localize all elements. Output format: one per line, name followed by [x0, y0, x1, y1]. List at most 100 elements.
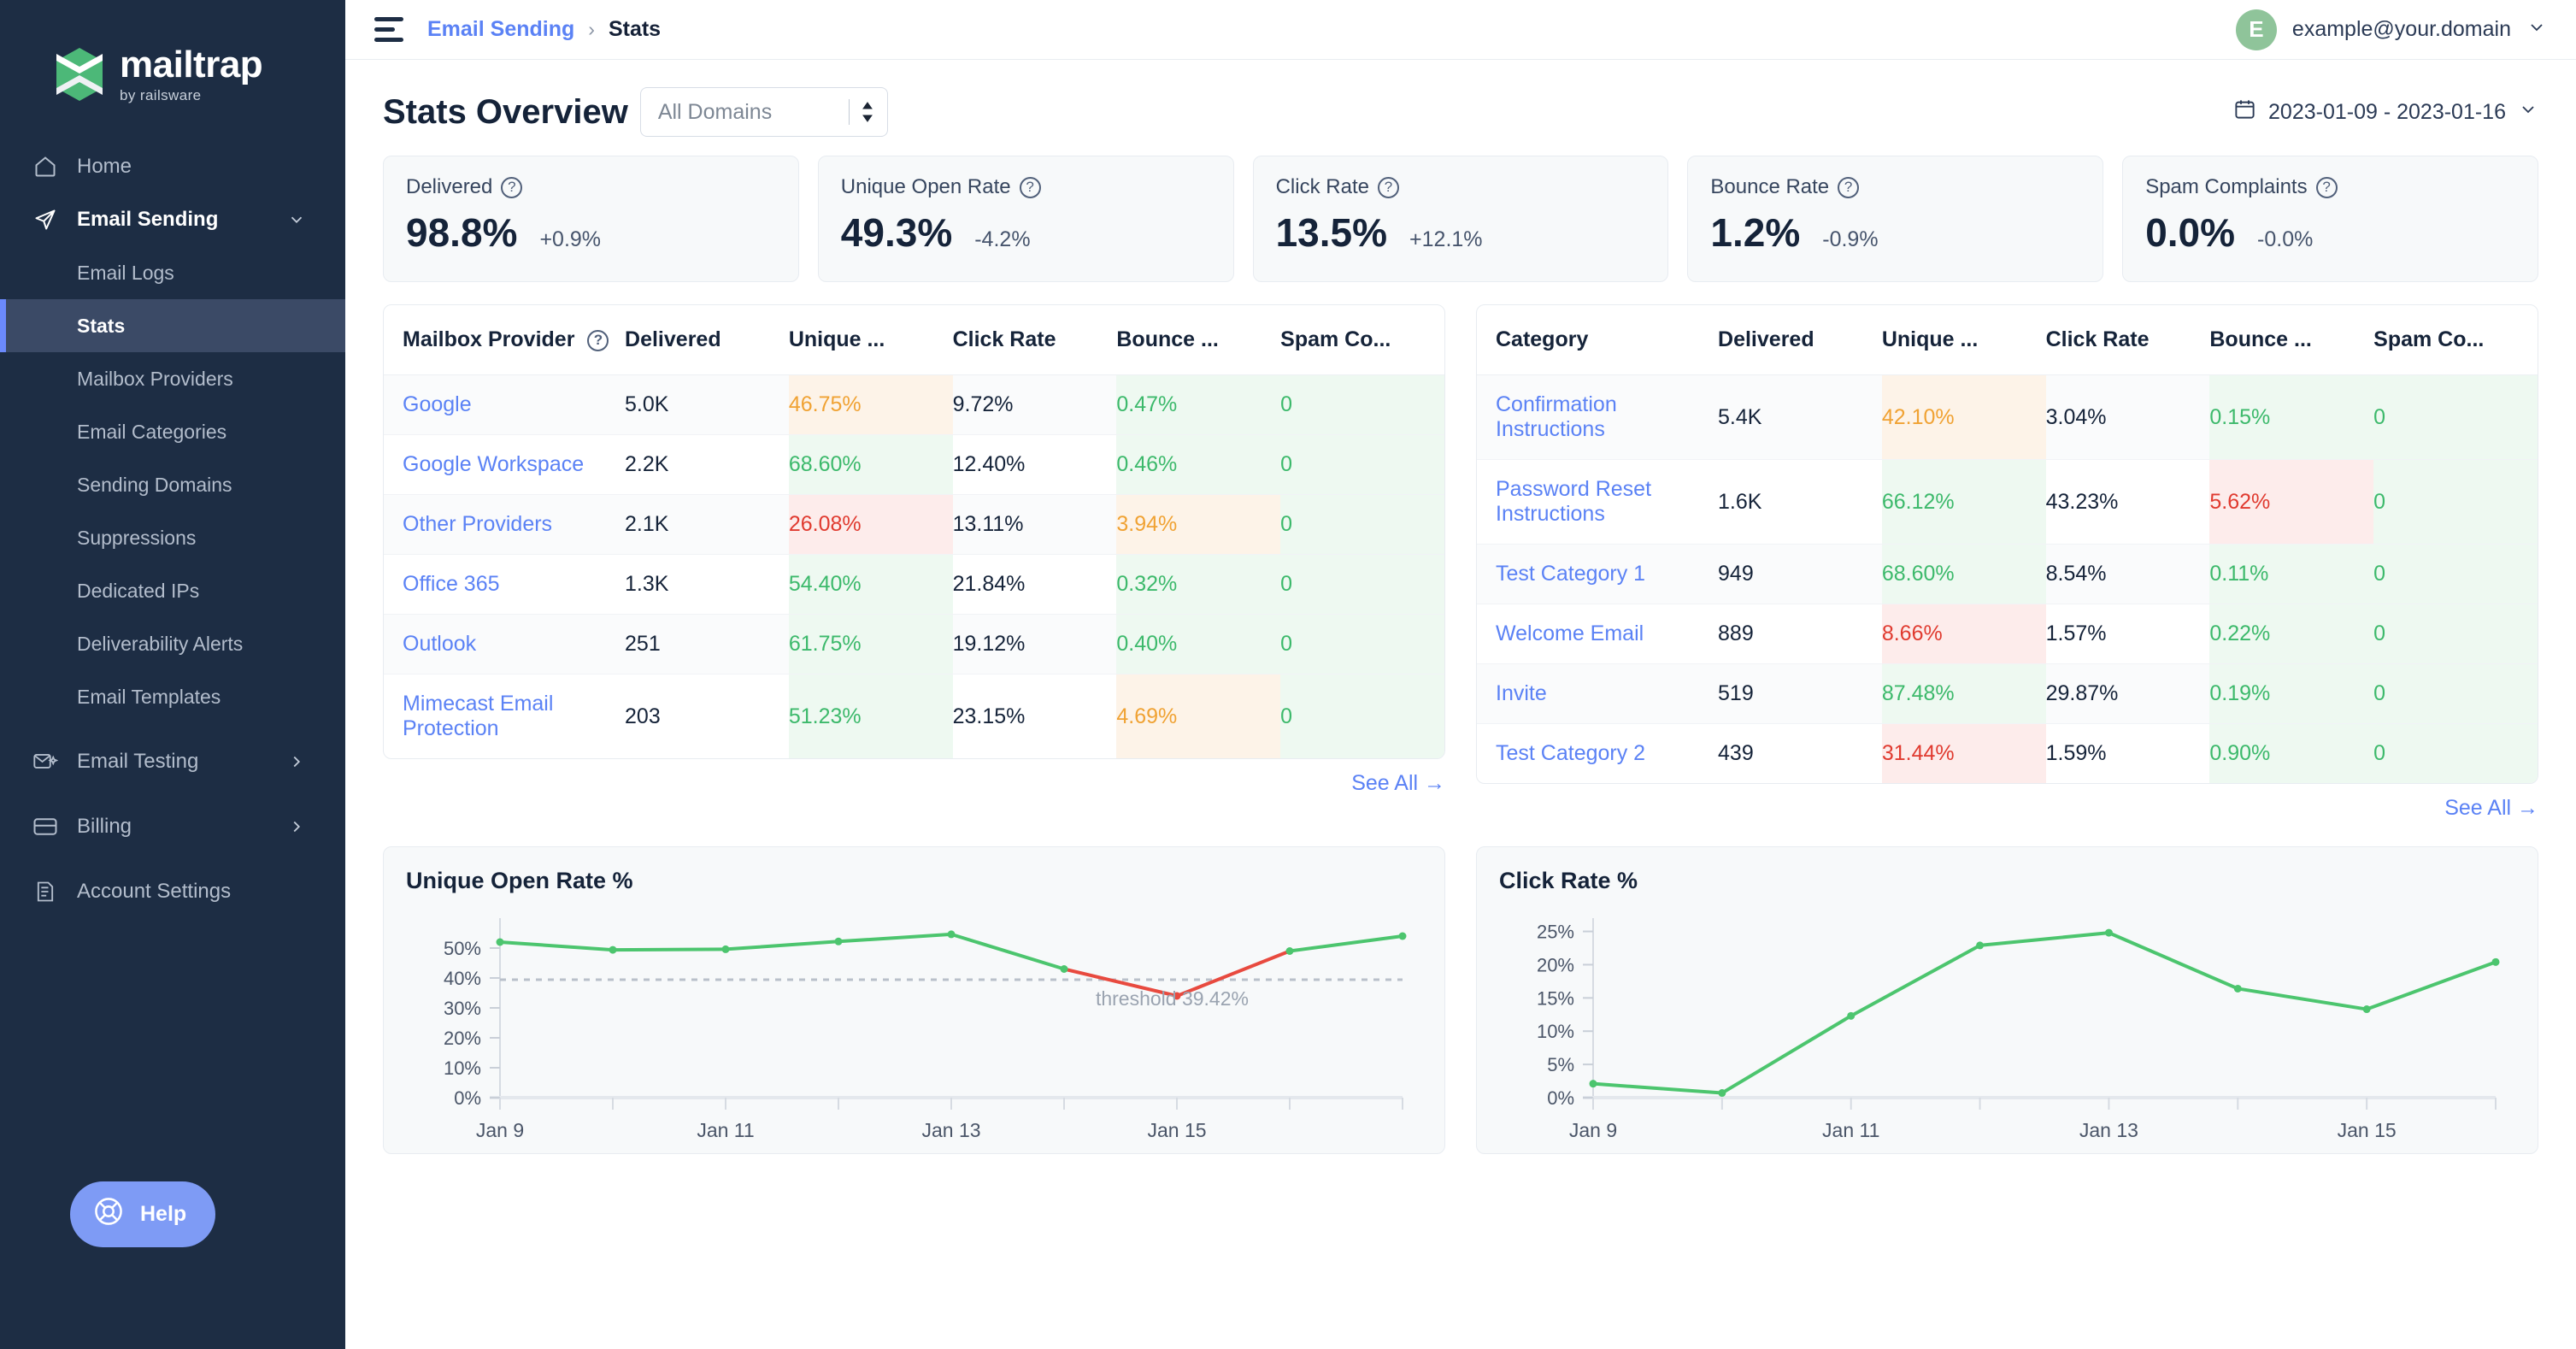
chevron-down-icon[interactable]	[287, 210, 306, 229]
table-row[interactable]: Google 5.0K 46.75% 9.72% 0.47% 0	[384, 374, 1444, 435]
cell-delivered: 949	[1718, 544, 1882, 604]
help-button[interactable]: Help	[70, 1181, 216, 1247]
sidebar-item-email-categories[interactable]: Email Categories	[0, 405, 345, 458]
table-row[interactable]: Password Reset Instructions 1.6K 66.12% …	[1477, 459, 2538, 545]
category-link[interactable]: Welcome Email	[1496, 621, 1644, 645]
chevron-right-icon[interactable]	[287, 817, 306, 836]
column-header-spam[interactable]: Spam Co...	[2373, 305, 2538, 375]
provider-link[interactable]: Mimecast Email Protection	[403, 692, 553, 740]
cell-bounce: 0.22%	[2209, 604, 2374, 664]
sidebar-item-stats[interactable]: Stats	[0, 299, 345, 352]
provider-link[interactable]: Google Workspace	[403, 452, 584, 476]
table-row[interactable]: Office 365 1.3K 54.40% 21.84% 0.32% 0	[384, 554, 1444, 615]
column-header-bounce[interactable]: Bounce ...	[2209, 305, 2374, 375]
table-row[interactable]: Outlook 251 61.75% 19.12% 0.40% 0	[384, 614, 1444, 674]
table-row[interactable]: Welcome Email 889 8.66% 1.57% 0.22% 0	[1477, 604, 2538, 664]
help-circle-icon[interactable]: ?	[587, 329, 609, 351]
column-header-delivered[interactable]: Delivered	[1718, 305, 1882, 375]
svg-text:20%: 20%	[444, 1028, 481, 1049]
table-row[interactable]: Confirmation Instructions 5.4K 42.10% 3.…	[1477, 374, 2538, 460]
column-header-category[interactable]: Category	[1477, 305, 1719, 375]
unique-open-rate-line-chart[interactable]: 0% 10% 20% 30% 40% 50% Jan 9 Jan 11 Jan 13 Jan 15…	[406, 899, 1414, 1147]
help-button-label: Help	[140, 1202, 187, 1226]
main-area: Email Sending › Stats E example@your.dom…	[345, 0, 2576, 1349]
table-row[interactable]: Other Providers 2.1K 26.08% 13.11% 3.94%…	[384, 494, 1444, 555]
breadcrumb-current: Stats	[608, 17, 662, 41]
category-link[interactable]: Invite	[1496, 681, 1547, 705]
svg-text:Jan 11: Jan 11	[1822, 1119, 1879, 1141]
table-row[interactable]: Test Category 2 439 31.44% 1.59% 0.90% 0	[1477, 723, 2538, 783]
sidebar-item-email-testing[interactable]: Email Testing	[0, 735, 345, 788]
help-circle-icon[interactable]: ?	[2315, 176, 2338, 198]
kpi-card-delivered: Delivered ? 98.8% +0.9%	[383, 156, 799, 282]
help-circle-icon[interactable]: ?	[1377, 176, 1399, 198]
svg-text:0%: 0%	[1547, 1087, 1574, 1109]
column-header-click-rate[interactable]: Click Rate	[2045, 305, 2210, 375]
kpi-label: Spam Complaints ?	[2145, 175, 2515, 199]
provider-link[interactable]: Office 365	[403, 572, 500, 596]
breadcrumb-parent-link[interactable]: Email Sending	[427, 17, 574, 42]
kpi-values: 49.3% -4.2%	[841, 209, 1211, 256]
see-all-link[interactable]: See All →	[2444, 796, 2538, 821]
cell-category: Confirmation Instructions	[1477, 374, 1719, 460]
sidebar-item-dedicated-ips[interactable]: Dedicated IPs	[0, 564, 345, 617]
kpi-value: 49.3%	[840, 210, 953, 255]
cell-unique-open: 42.10%	[1881, 374, 2046, 460]
see-all-link[interactable]: See All →	[1351, 771, 1445, 796]
table-row[interactable]: Invite 519 87.48% 29.87% 0.19% 0	[1477, 663, 2538, 724]
chevron-down-icon[interactable]	[2526, 17, 2547, 42]
sidebar-item-email-templates[interactable]: Email Templates	[0, 670, 345, 723]
sidebar-item-mailbox-providers[interactable]: Mailbox Providers	[0, 352, 345, 405]
column-header-provider[interactable]: Mailbox Provider ?	[384, 305, 626, 375]
help-circle-icon[interactable]: ?	[1019, 176, 1041, 198]
sidebar-item-billing[interactable]: Billing	[0, 800, 345, 853]
sidebar-item-email-sending[interactable]: Email Sending	[0, 193, 345, 246]
hamburger-menu-icon[interactable]	[374, 17, 403, 43]
kpi-label-text: Click Rate	[1275, 175, 1369, 198]
cell-bounce: 0.19%	[2209, 663, 2374, 724]
cell-bounce: 0.32%	[1116, 554, 1281, 615]
provider-link[interactable]: Google	[403, 392, 472, 416]
help-circle-icon[interactable]: ?	[501, 176, 523, 198]
chevron-right-icon[interactable]	[287, 752, 306, 771]
provider-link[interactable]: Other Providers	[403, 512, 552, 536]
svg-text:Jan 11: Jan 11	[697, 1119, 754, 1141]
sidebar-item-account-settings[interactable]: Account Settings	[0, 865, 345, 918]
cell-provider: Google Workspace	[384, 434, 626, 495]
provider-link[interactable]: Outlook	[403, 632, 476, 656]
cell-category: Invite	[1477, 663, 1719, 724]
date-range-label: 2023-01-09 - 2023-01-16	[2268, 99, 2506, 124]
sidebar-item-deliverability-alerts[interactable]: Deliverability Alerts	[0, 617, 345, 670]
category-link[interactable]: Password Reset Instructions	[1496, 477, 1651, 526]
kpi-label-text: Delivered	[406, 175, 493, 198]
column-header-unique-open[interactable]: Unique ...	[1881, 305, 2046, 375]
date-range-picker[interactable]: 2023-01-09 - 2023-01-16	[2233, 97, 2538, 127]
category-link[interactable]: Test Category 2	[1496, 741, 1645, 765]
kpi-value: 98.8%	[406, 210, 518, 255]
column-header-unique-open[interactable]: Unique ...	[788, 305, 953, 375]
user-menu[interactable]: E example@your.domain	[2235, 9, 2547, 50]
sidebar-item-home[interactable]: Home	[0, 140, 345, 193]
category-link[interactable]: Test Category 1	[1496, 562, 1645, 586]
sidebar-item-sending-domains[interactable]: Sending Domains	[0, 458, 345, 511]
column-header-click-rate[interactable]: Click Rate	[952, 305, 1117, 375]
help-circle-icon[interactable]: ?	[1838, 176, 1860, 198]
domain-filter-select[interactable]: All Domains	[639, 87, 888, 137]
column-header-spam[interactable]: Spam Co...	[1280, 305, 1444, 375]
click-rate-line-chart[interactable]: 0% 5% 10% 15% 20% 25% Jan 9 Jan 11 Jan 13 Jan 15	[1499, 899, 2508, 1147]
brand-logo[interactable]: mailtrap by railsware	[0, 0, 345, 120]
lifebuoy-icon	[92, 1195, 125, 1234]
svg-text:Jan 13: Jan 13	[2079, 1119, 2138, 1141]
table-row[interactable]: Test Category 1 949 68.60% 8.54% 0.11% 0	[1477, 544, 2538, 604]
chevron-down-icon[interactable]	[2518, 99, 2538, 126]
cell-spam: 0	[2373, 544, 2538, 604]
paper-plane-icon	[32, 207, 58, 233]
category-link[interactable]: Confirmation Instructions	[1496, 392, 1617, 441]
column-header-bounce[interactable]: Bounce ...	[1116, 305, 1281, 375]
column-header-delivered[interactable]: Delivered	[625, 305, 789, 375]
category-table-card: Category Delivered Unique ... Click Rate…	[1476, 304, 2538, 784]
table-row[interactable]: Mimecast Email Protection 203 51.23% 23.…	[384, 674, 1444, 758]
table-row[interactable]: Google Workspace 2.2K 68.60% 12.40% 0.46…	[384, 434, 1444, 495]
sidebar-item-email-logs[interactable]: Email Logs	[0, 246, 345, 299]
sidebar-item-suppressions[interactable]: Suppressions	[0, 511, 345, 564]
